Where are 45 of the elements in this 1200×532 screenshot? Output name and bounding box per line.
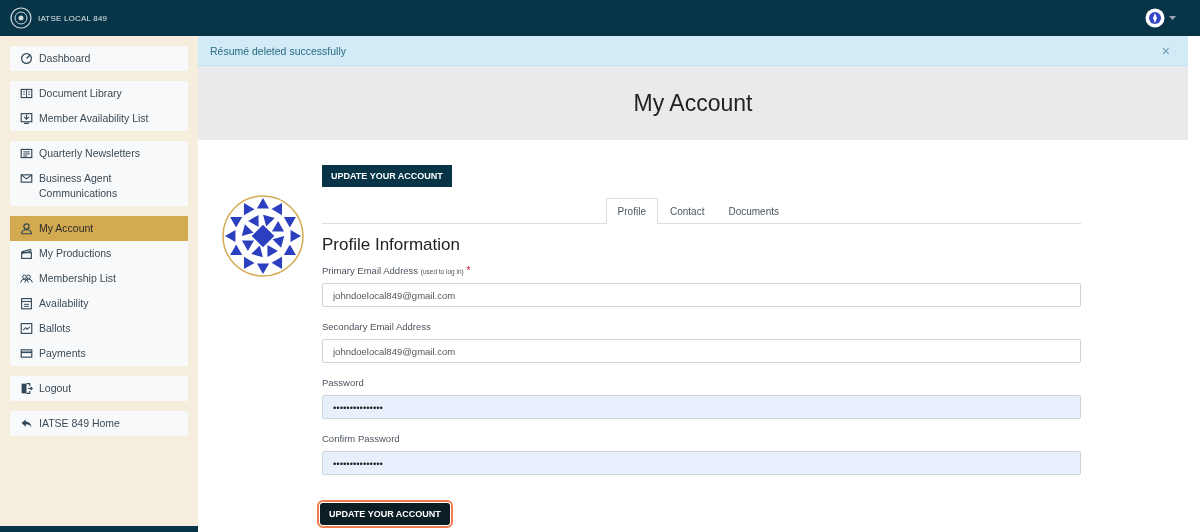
brand-name: IATSE LOCAL 849 [38,13,108,23]
sidebar-item[interactable]: Payments [10,341,188,366]
tab[interactable]: Profile [605,198,658,224]
sidebar-item[interactable]: Member Availability List [10,106,188,131]
input-field[interactable]: ••••••••••••••• [322,395,1081,419]
alert-message: Résumé deleted successfully [210,44,346,57]
input-field[interactable]: ••••••••••••••• [322,451,1081,475]
sidebar-item[interactable]: IATSE 849 Home [10,411,188,436]
chart-icon [20,322,33,335]
clapperboard-icon [20,247,33,260]
gauge-icon [20,52,33,65]
field-label: Confirm Password [322,433,401,444]
field-label: Password [322,377,365,388]
sidebar-item[interactable]: Logout [10,376,188,401]
seal-logo [10,7,32,29]
update-account-button[interactable]: UPDATE YOUR ACCOUNT [322,165,452,187]
card-icon [20,347,33,360]
people-icon [20,272,33,285]
sidebar-item[interactable]: Availability [10,291,188,316]
calendar-icon [20,297,33,310]
sidebar-item[interactable]: Ballots [10,316,188,341]
envelope-icon [20,172,33,185]
caret-icon[interactable] [1169,16,1176,20]
sidebar-item[interactable]: Membership List [10,266,188,291]
tab[interactable]: Documents [716,198,791,224]
field-label: Secondary Email Address [322,321,432,332]
update-account-button[interactable]: UPDATE YOUR ACCOUNT [320,503,450,525]
sidebar-item[interactable]: My Productions [10,241,188,266]
newsletter-icon [20,147,33,160]
sidebar-item[interactable]: Dashboard [10,46,188,71]
sidebar-item[interactable]: Quarterly Newsletters [10,141,188,166]
reply-arrow-icon [20,417,33,430]
page-title: My Account [633,89,753,117]
sidebar-item[interactable]: Business Agent Communications [10,166,188,206]
sidebar-item[interactable]: Document Library [10,81,188,106]
download-icon [20,112,33,125]
input-field[interactable]: johndoelocal849@gmail.com [322,339,1081,363]
tab[interactable]: Contact [657,198,717,224]
input-field[interactable]: johndoelocal849@gmail.com [322,283,1081,307]
sidebar-item[interactable]: My Account [10,216,188,241]
person-icon [20,222,33,235]
avatar-icon[interactable] [1145,8,1165,28]
section-title: Profile Information [322,235,461,255]
book-icon [20,87,33,100]
exit-door-icon [20,382,33,395]
